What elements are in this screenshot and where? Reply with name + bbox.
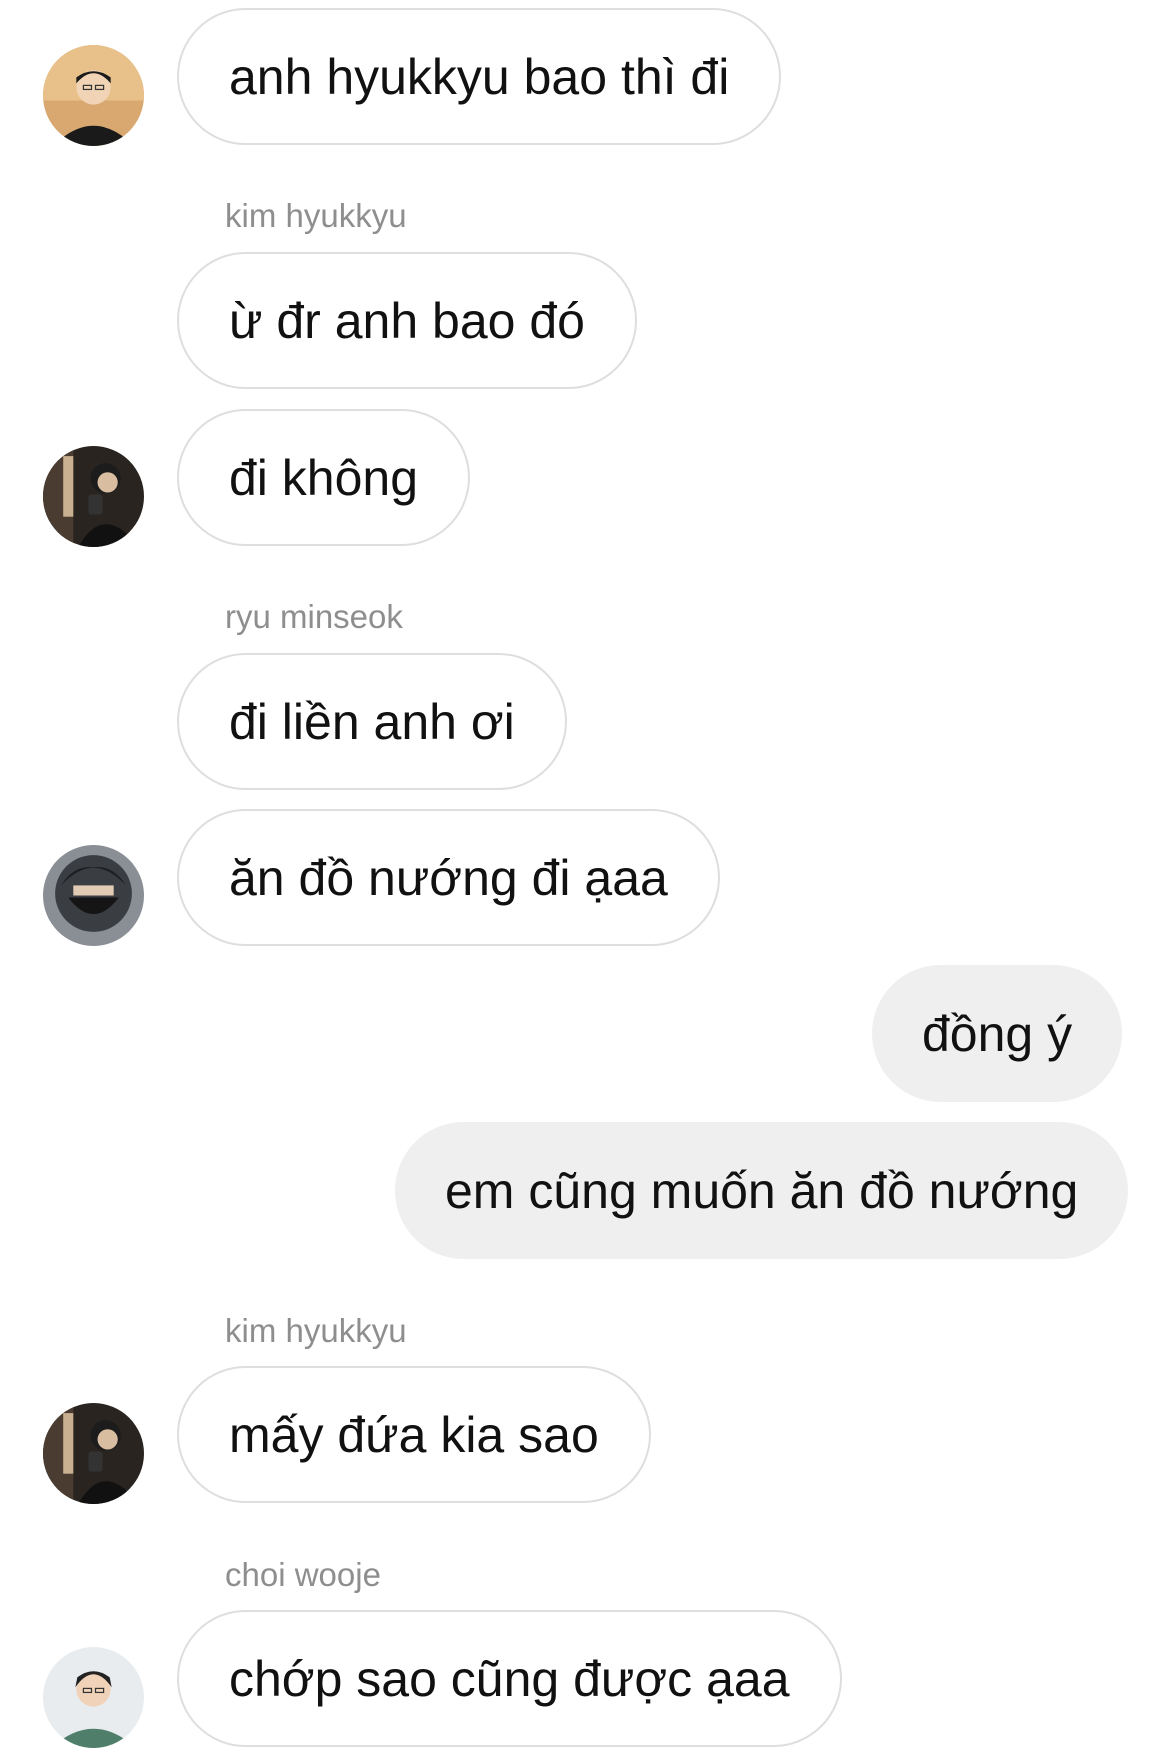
message-bubble[interactable]: ừ đr anh bao đó (177, 252, 637, 389)
avatar[interactable] (43, 1647, 144, 1748)
user-photo-icon (43, 446, 144, 547)
user-photo-icon (43, 1403, 144, 1504)
message-thread: anh hyukkyu bao thì đi kim hyukkyu ừ đr … (0, 0, 1169, 1748)
message-text: đi không (229, 449, 419, 506)
avatar[interactable] (43, 845, 144, 946)
avatar[interactable] (43, 1403, 144, 1504)
message-bubble[interactable]: ăn đồ nướng đi ạaa (177, 809, 720, 946)
sender-name: kim hyukkyu (225, 1312, 407, 1349)
message-text: anh hyukkyu bao thì đi (229, 48, 730, 105)
avatar[interactable] (43, 446, 144, 547)
message-bubble[interactable]: đi không (177, 409, 471, 546)
message-bubble[interactable]: mấy đứa kia sao (177, 1366, 651, 1503)
message-bubble-outgoing[interactable]: đồng ý (872, 965, 1123, 1102)
message-text: chớp sao cũng được ạaa (229, 1650, 790, 1707)
user-photo-icon (43, 45, 144, 146)
message-text: mấy đứa kia sao (229, 1406, 599, 1463)
message-bubble-outgoing[interactable]: em cũng muốn ăn đồ nướng (395, 1122, 1129, 1259)
message-text: em cũng muốn ăn đồ nướng (445, 1162, 1079, 1219)
message-bubble[interactable]: anh hyukkyu bao thì đi (177, 8, 782, 145)
message-text: đồng ý (922, 1005, 1073, 1062)
message-bubble[interactable]: đi liền anh ơi (177, 653, 567, 790)
sender-name: ryu minseok (225, 598, 403, 635)
user-photo-icon (43, 1647, 144, 1748)
message-bubble[interactable]: chớp sao cũng được ạaa (177, 1610, 842, 1747)
user-photo-icon (43, 845, 144, 946)
message-text: đi liền anh ơi (229, 693, 515, 750)
avatar[interactable] (43, 45, 144, 146)
message-text: ừ đr anh bao đó (229, 292, 585, 349)
sender-name: kim hyukkyu (225, 197, 407, 234)
sender-name: choi wooje (225, 1556, 381, 1593)
message-text: ăn đồ nướng đi ạaa (229, 849, 668, 906)
